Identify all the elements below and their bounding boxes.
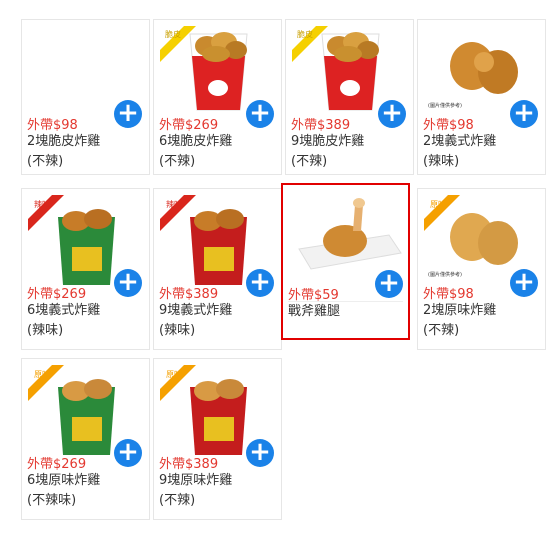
product-price: 外帶$269 [27, 287, 87, 302]
image-caption: (圖片僅供參考) [428, 103, 462, 109]
add-to-cart-button[interactable]: + [510, 269, 538, 297]
product-price: 外帶$389 [291, 118, 351, 133]
flavor-ribbon-text: 原味 [166, 370, 182, 379]
product-card[interactable]: 原味 + 外帶$389 9塊原味炸雞 (不辣) [153, 358, 282, 520]
add-to-cart-button[interactable]: + [378, 100, 406, 128]
product-spice-level: (辣味) [423, 154, 460, 169]
product-name: 2塊原味炸雞 [423, 303, 497, 318]
product-spice-level: (不辣) [291, 154, 328, 169]
add-to-cart-button[interactable]: + [510, 100, 538, 128]
product-price: 外帶$98 [423, 287, 474, 302]
flavor-ribbon-text: 脆皮 [165, 30, 181, 39]
product-name: 戰斧雞腿 [288, 304, 341, 319]
flavor-ribbon-text: 辣味 [34, 200, 50, 209]
product-spice-level: (不辣) [27, 154, 64, 169]
product-card[interactable]: 原味 + 外帶$269 6塊原味炸雞 (不辣味) [21, 358, 150, 520]
product-card[interactable]: + 外帶$389 9塊脆皮炸雞 (不辣) [285, 19, 414, 175]
add-to-cart-button[interactable]: + [114, 269, 142, 297]
product-card[interactable]: (圖片僅供參考) + 外帶$98 2塊義式炸雞 (辣味) [417, 19, 546, 175]
product-price: 外帶$389 [159, 457, 219, 472]
product-name: 6塊義式炸雞 [27, 303, 101, 318]
product-price: 外帶$269 [159, 118, 219, 133]
product-card[interactable]: 辣味 + 外帶$389 9塊義式炸雞 (辣味) [153, 188, 282, 350]
product-name: 9塊義式炸雞 [159, 303, 233, 318]
product-spice-level: (辣味) [159, 323, 196, 338]
product-price: 外帶$59 [288, 288, 339, 303]
product-card[interactable]: 原味 (圖片僅供參考) + 外帶$98 2塊原味炸雞 (不辣) [417, 188, 546, 350]
product-name: 2塊脆皮炸雞 [27, 134, 101, 149]
product-price: 外帶$269 [27, 457, 87, 472]
product-card[interactable]: + 外帶$269 6塊脆皮炸雞 (不辣) [153, 19, 282, 175]
product-card-selected[interactable]: + 外帶$59 戰斧雞腿 [281, 183, 410, 340]
product-price: 外帶$98 [27, 118, 78, 133]
product-card[interactable]: 辣味 + 外帶$269 6塊義式炸雞 (辣味) [21, 188, 150, 350]
product-spice-level: (不辣) [423, 323, 460, 338]
product-price: 外帶$98 [423, 118, 474, 133]
product-name: 9塊原味炸雞 [159, 473, 233, 488]
product-name: 6塊脆皮炸雞 [159, 134, 233, 149]
product-name: 2塊義式炸雞 [423, 134, 497, 149]
add-to-cart-button[interactable]: + [246, 439, 274, 467]
add-to-cart-button[interactable]: + [246, 100, 274, 128]
add-to-cart-button[interactable]: + [246, 269, 274, 297]
flavor-ribbon-text: 原味 [430, 200, 446, 209]
product-spice-level: (不辣) [159, 154, 196, 169]
product-spice-level: (不辣) [159, 493, 196, 508]
image-caption: (圖片僅供參考) [428, 272, 462, 278]
flavor-ribbon-text: 脆皮 [297, 30, 313, 39]
product-name: 6塊原味炸雞 [27, 473, 101, 488]
product-spice-level: (不辣味) [27, 493, 77, 508]
flavor-ribbon-text: 原味 [34, 370, 50, 379]
product-price: 外帶$389 [159, 287, 219, 302]
add-to-cart-button[interactable]: + [114, 100, 142, 128]
add-to-cart-button[interactable]: + [375, 270, 403, 298]
product-spice-level: (辣味) [27, 323, 64, 338]
product-card[interactable]: + 外帶$98 2塊脆皮炸雞 (不辣) [21, 19, 150, 175]
product-name: 9塊脆皮炸雞 [291, 134, 365, 149]
add-to-cart-button[interactable]: + [114, 439, 142, 467]
flavor-ribbon-text: 辣味 [166, 200, 182, 209]
